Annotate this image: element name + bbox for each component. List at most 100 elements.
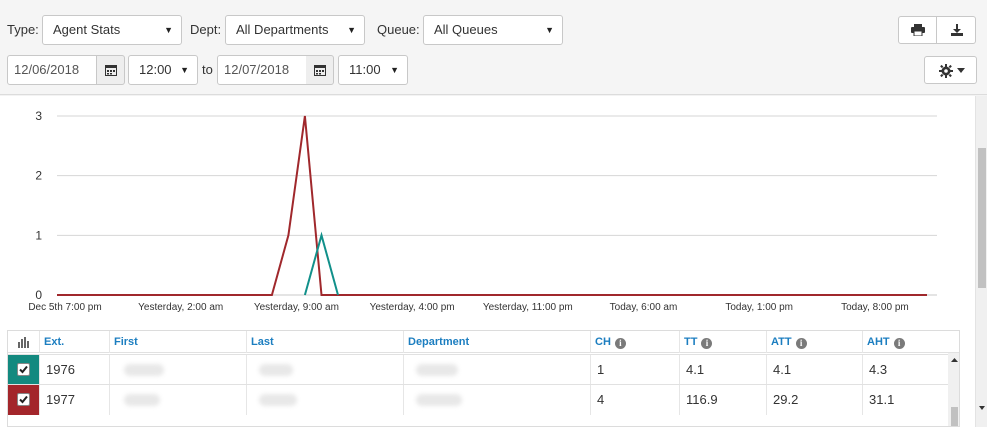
checkmark-icon xyxy=(19,365,28,374)
column-header-ext[interactable]: Ext. xyxy=(39,331,109,353)
column-header-ch[interactable]: CH i xyxy=(590,331,679,353)
activity-line-chart: 0 1 2 3 Dec 5th 7:00 pm Yesterday, 2:00 am Yes… xyxy=(28,109,937,313)
y-tick-label: 1 xyxy=(35,228,42,242)
type-label: Type: xyxy=(7,22,39,37)
start-date-calendar-button[interactable] xyxy=(97,55,125,85)
start-time-value: 12:00 xyxy=(139,62,172,77)
column-header-first-label: First xyxy=(114,336,138,348)
print-icon xyxy=(911,24,925,36)
cell-tt: 4.1 xyxy=(679,355,766,385)
column-header-aht[interactable]: AHT i xyxy=(862,331,959,353)
chevron-down-icon: ▼ xyxy=(390,65,399,75)
row-select-checkbox[interactable] xyxy=(17,393,30,406)
table-row[interactable]: 1977 4 116.9 29.2 31.1 xyxy=(8,384,948,415)
column-header-aht-label: AHT xyxy=(867,336,890,348)
to-label: to xyxy=(202,62,213,77)
chevron-down-icon: ▼ xyxy=(180,65,189,75)
cell-ch: 4 xyxy=(590,385,679,415)
column-header-department[interactable]: Department xyxy=(403,331,590,353)
info-icon[interactable]: i xyxy=(614,338,626,349)
queue-select[interactable]: All Queues ▼ xyxy=(423,15,563,45)
y-tick-label: 3 xyxy=(35,109,42,123)
column-header-last-label: Last xyxy=(251,336,274,348)
end-time-value: 11:00 xyxy=(349,62,381,77)
info-icon[interactable]: i xyxy=(795,338,807,349)
column-header-department-label: Department xyxy=(408,336,470,348)
type-select-value: Agent Stats xyxy=(53,22,121,37)
settings-dropdown-button[interactable] xyxy=(924,56,977,84)
cell-ch: 1 xyxy=(590,355,679,385)
cell-first-redacted xyxy=(109,355,246,385)
print-button[interactable] xyxy=(898,16,937,44)
scroll-down-arrow-icon[interactable] xyxy=(977,404,987,412)
column-header-att-label: ATT xyxy=(771,336,792,348)
cell-att: 4.1 xyxy=(766,355,862,385)
column-header-att[interactable]: ATT i xyxy=(766,331,862,353)
series-line-0 xyxy=(57,115,927,296)
cell-last-redacted xyxy=(246,355,403,385)
row-select-checkbox[interactable] xyxy=(17,363,30,376)
cell-last-redacted xyxy=(246,385,403,415)
dept-select-value: All Departments xyxy=(236,22,329,37)
agent-stats-table: Ext. First Last Department CH i TT i ATT i … xyxy=(7,330,960,427)
series-color-swatch xyxy=(8,355,39,385)
table-scrollbar[interactable] xyxy=(948,353,960,426)
cell-department-redacted xyxy=(403,355,590,385)
chevron-down-icon: ▼ xyxy=(545,25,554,35)
y-tick-label: 0 xyxy=(35,288,42,302)
table-row[interactable]: 1976 1 4.1 4.1 4.3 xyxy=(8,354,948,385)
filter-toolbar: Type: Agent Stats ▼ Dept: All Department… xyxy=(0,0,987,95)
page-scrollbar[interactable] xyxy=(975,96,987,427)
series-color-swatch xyxy=(8,385,39,415)
x-tick-label: Yesterday, 4:00 pm xyxy=(370,302,455,313)
column-header-tt-label: TT xyxy=(684,336,698,348)
cell-ext: 1976 xyxy=(39,355,109,385)
start-date-input[interactable]: 12/06/2018 xyxy=(7,55,97,85)
scroll-up-arrow-icon[interactable] xyxy=(948,355,960,365)
end-date-calendar-button[interactable] xyxy=(306,55,334,85)
dept-label: Dept: xyxy=(190,22,222,37)
chevron-down-icon: ▼ xyxy=(347,25,356,35)
column-header-first[interactable]: First xyxy=(109,331,246,353)
cell-first-redacted xyxy=(109,385,246,415)
report-content: 0 1 2 3 Dec 5th 7:00 pm Yesterday, 2:00 am Yes… xyxy=(0,96,975,427)
y-tick-label: 2 xyxy=(35,169,42,183)
queue-select-value: All Queues xyxy=(434,22,498,37)
cell-tt: 116.9 xyxy=(679,385,766,415)
bar-chart-icon xyxy=(18,337,29,348)
x-tick-label: Today, 8:00 pm xyxy=(841,302,909,313)
x-tick-label: Yesterday, 2:00 am xyxy=(138,302,223,313)
cell-att: 29.2 xyxy=(766,385,862,415)
column-header-ch-label: CH xyxy=(595,336,611,348)
type-select[interactable]: Agent Stats ▼ xyxy=(42,15,182,45)
chevron-down-icon: ▼ xyxy=(164,25,173,35)
x-tick-label: Today, 1:00 pm xyxy=(725,302,793,313)
column-header-ext-label: Ext. xyxy=(44,336,65,348)
checkmark-icon xyxy=(19,395,28,404)
end-time-select[interactable]: 11:00 ▼ xyxy=(338,55,408,85)
column-header-last[interactable]: Last xyxy=(246,331,403,353)
download-button[interactable] xyxy=(936,16,976,44)
dept-select[interactable]: All Departments ▼ xyxy=(225,15,365,45)
info-icon[interactable]: i xyxy=(893,338,905,349)
x-tick-label: Dec 5th 7:00 pm xyxy=(28,302,101,313)
start-time-select[interactable]: 12:00 ▼ xyxy=(128,55,198,85)
caret-down-icon xyxy=(957,68,965,73)
table-header: Ext. First Last Department CH i TT i ATT i … xyxy=(8,331,959,353)
queue-label: Queue: xyxy=(377,22,420,37)
column-header-tt[interactable]: TT i xyxy=(679,331,766,353)
cell-ext: 1977 xyxy=(39,385,109,415)
cell-department-redacted xyxy=(403,385,590,415)
calendar-icon xyxy=(314,65,326,76)
calendar-icon xyxy=(105,65,117,76)
x-tick-label: Today, 6:00 am xyxy=(610,302,678,313)
table-scrollbar-thumb[interactable] xyxy=(951,407,958,426)
x-tick-label: Yesterday, 11:00 pm xyxy=(483,302,573,313)
x-tick-label: Yesterday, 9:00 am xyxy=(254,302,339,313)
info-icon[interactable]: i xyxy=(701,338,713,349)
chart-toggle-column[interactable] xyxy=(8,331,39,353)
page-scrollbar-thumb[interactable] xyxy=(978,148,986,288)
end-date-input[interactable]: 12/07/2018 xyxy=(217,55,307,85)
cell-aht: 31.1 xyxy=(862,385,948,415)
gear-icon xyxy=(939,64,953,78)
